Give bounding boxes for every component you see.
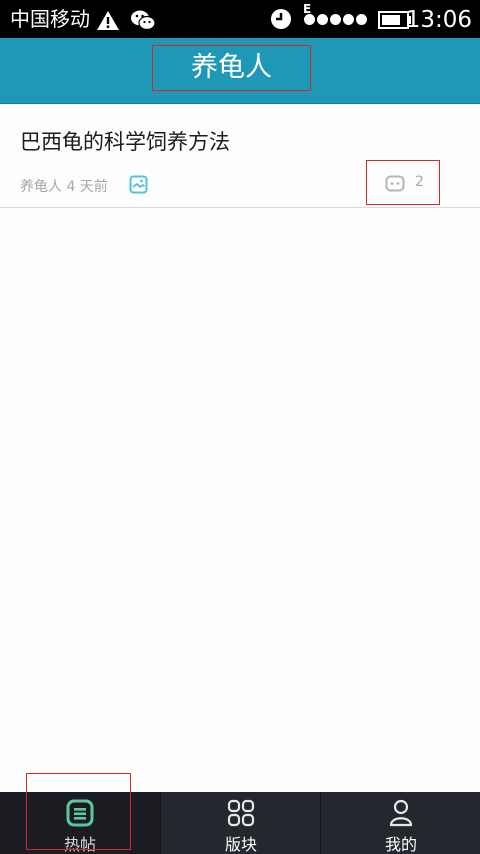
tab-hot-posts[interactable]: 热帖	[0, 792, 160, 854]
alarm-clock-icon	[271, 9, 291, 29]
image-icon	[129, 175, 148, 194]
tab-mine-label: 我的	[384, 835, 417, 854]
status-bar: 中国移动 E 13:06	[0, 0, 480, 38]
page-title: 养龟人	[152, 45, 311, 91]
comment-icon	[385, 175, 405, 192]
tab-mine[interactable]: 我的	[320, 792, 480, 854]
tab-sections[interactable]: 版块	[160, 792, 320, 854]
grid-icon	[227, 799, 255, 827]
app-screen: 中国移动 E 13:06 养龟人 巴西龟的科学饲养方法 养龟人 4 天前 2 热…	[0, 0, 480, 854]
signal-icon	[304, 14, 367, 25]
wechat-icon	[131, 10, 156, 31]
post-meta: 养龟人 4 天前	[20, 176, 108, 196]
hot-posts-icon	[66, 799, 94, 827]
tab-sections-label: 版块	[224, 835, 257, 854]
carrier-name: 中国移动	[10, 7, 90, 31]
warning-icon	[97, 11, 119, 30]
bottom-navigation: 热帖 版块 我的	[0, 792, 480, 854]
post-title[interactable]: 巴西龟的科学饲养方法	[20, 126, 230, 156]
profile-icon	[389, 799, 413, 827]
post-list-item[interactable]: 巴西龟的科学饲养方法 养龟人 4 天前 2	[0, 104, 480, 208]
title-bar: 养龟人	[0, 38, 480, 104]
status-time: 13:06	[405, 7, 472, 33]
comment-count-button[interactable]: 2	[366, 160, 440, 205]
post-author: 养龟人	[20, 179, 62, 195]
tab-hot-posts-label: 热帖	[63, 835, 96, 854]
comment-count: 2	[415, 174, 424, 190]
post-time: 4 天前	[66, 179, 108, 195]
